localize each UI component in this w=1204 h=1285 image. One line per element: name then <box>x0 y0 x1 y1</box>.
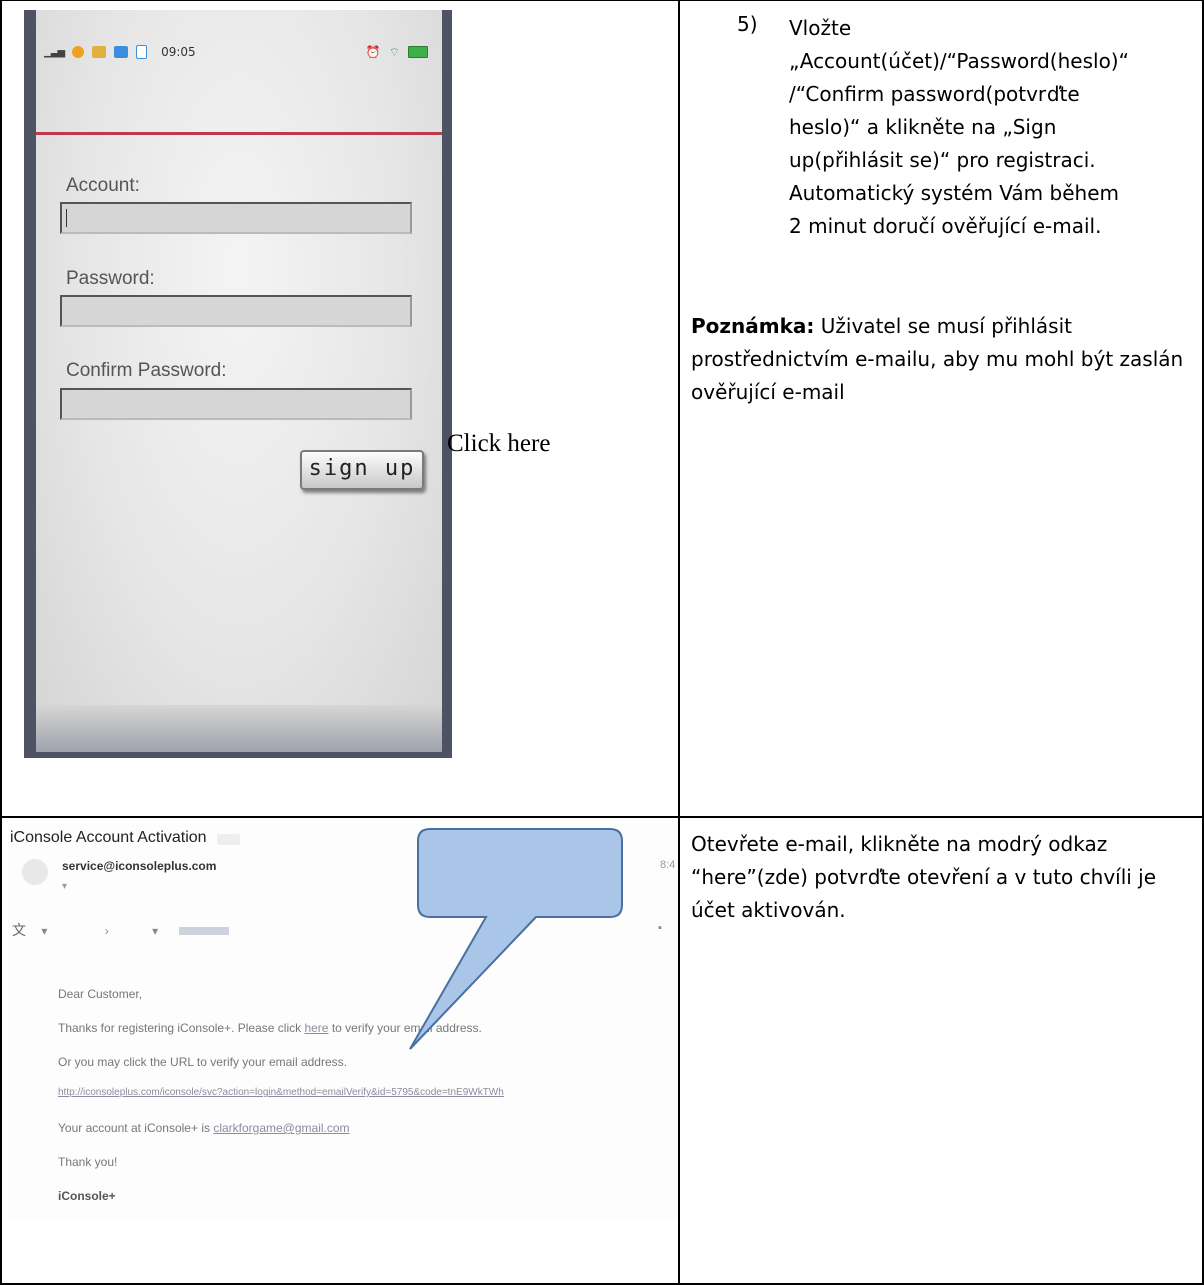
account-label: Account: <box>66 175 140 196</box>
phone-screen: ▁▃▅ 09:05 ⏰ ⌔ Account: Password: Confirm… <box>36 10 442 752</box>
document-icon <box>136 45 148 59</box>
table-row-divider <box>0 816 1204 818</box>
message-icon <box>114 46 129 58</box>
status-time: 09:05 <box>161 45 196 59</box>
callout-bubble <box>409 828 623 1050</box>
password-input[interactable] <box>60 295 412 327</box>
table-border-top <box>0 0 1204 1</box>
email-instruction: Otevřete e-mail, klikněte na modrý odkaz… <box>691 832 1157 922</box>
email-screenshot: iConsole Account Activation service@icon… <box>8 823 678 1221</box>
step-number: 5) <box>737 12 758 36</box>
phone-screenshot: ▁▃▅ 09:05 ⏰ ⌔ Account: Password: Confirm… <box>24 10 452 758</box>
step-instructions: Vložte „Account(účet)/“Password(heslo)“ … <box>789 16 1129 238</box>
sign-up-button[interactable]: sign up <box>300 450 424 490</box>
app-icon <box>92 46 107 58</box>
confirm-password-input[interactable] <box>60 388 412 420</box>
alarm-icon: ⏰ <box>365 45 381 59</box>
wifi-icon: ⌔ <box>388 44 400 59</box>
note-label: Poznámka: <box>691 314 815 338</box>
status-bar: ▁▃▅ 09:05 ⏰ ⌔ <box>36 36 442 68</box>
signal-icon: ▁▃▅ <box>44 46 65 58</box>
table-border-left <box>0 0 2 1285</box>
confirm-password-label: Confirm Password: <box>66 360 227 381</box>
battery-icon <box>408 46 428 58</box>
notification-icon <box>72 46 85 58</box>
account-input[interactable] <box>60 202 412 234</box>
text-cursor <box>66 209 67 227</box>
click-here-annotation: Click here <box>447 430 551 457</box>
password-label: Password: <box>66 268 155 289</box>
header-divider <box>36 132 442 135</box>
table-border-middle <box>678 0 680 1285</box>
phone-bottom-bar <box>36 705 442 752</box>
note-paragraph: Poznámka: Uživatel se musí přihlásit pro… <box>691 310 1201 409</box>
